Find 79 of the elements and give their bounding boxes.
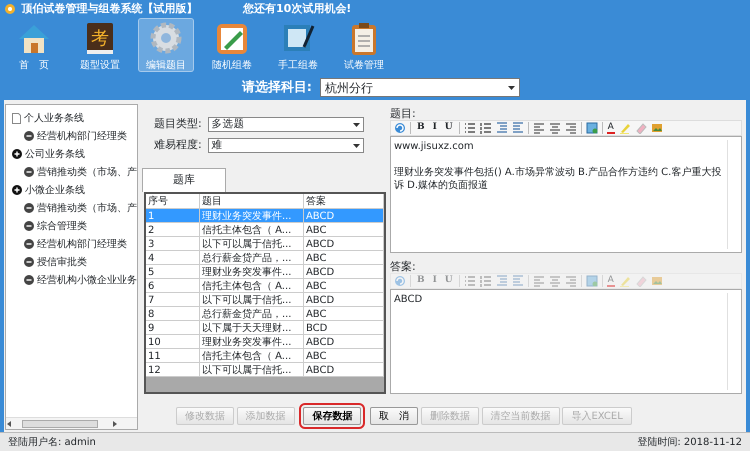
tree-item[interactable]: 公司业务条线 — [10, 145, 137, 163]
tree-item[interactable]: 营销推动类（市场、产 — [10, 199, 137, 217]
pencil-icon — [214, 21, 250, 55]
picture-icon[interactable] — [650, 122, 663, 134]
font-color-button[interactable]: A — [606, 122, 615, 134]
align-right-icon[interactable] — [564, 122, 577, 134]
collapse-icon — [24, 239, 34, 249]
outdent-icon[interactable] — [512, 122, 524, 134]
collapse-icon — [24, 131, 34, 141]
scroll-left-icon — [6, 420, 12, 426]
expand-icon — [12, 185, 22, 195]
table-row[interactable]: 6 信托主体包含（ A... ABC — [146, 279, 384, 293]
action-button[interactable]: 取 消 — [370, 407, 418, 425]
image-icon[interactable] — [586, 122, 598, 134]
trial-notice: 您还有10次试用机会! — [243, 0, 352, 17]
tree-item[interactable]: 经营机构小微企业业务 — [10, 271, 137, 289]
expand-icon — [12, 149, 22, 159]
dropdown-field[interactable]: 难 — [208, 138, 364, 153]
nav-button[interactable]: 考 题型设置 — [72, 18, 128, 72]
page-icon — [12, 112, 21, 124]
table-row[interactable]: 3 以下可以属于信托... ABCD — [146, 237, 384, 251]
text-editor[interactable]: www.jisuxz.com 理财业务突发事件包括() A.市场异常波动 B.产品合作方违约 C.客户重大投诉 D.媒体的负面报道 — [390, 136, 742, 253]
nav-button[interactable]: 首 页 — [6, 18, 62, 72]
dropdown-caret-icon — [352, 122, 360, 126]
scroll-right-icon — [112, 420, 118, 426]
tree-item[interactable]: 个人业务条线 — [10, 109, 137, 127]
table-row[interactable]: 8 总行薪金贷产品，... ABC — [146, 307, 384, 321]
tree-item[interactable]: 授信审批类 — [10, 253, 137, 271]
table-row[interactable]: 12 以下可以属于信托... ABCD — [146, 363, 384, 377]
align-center-icon[interactable] — [548, 122, 561, 134]
tree-item[interactable]: 营销推动类（市场、产 — [10, 163, 137, 181]
tree-item[interactable]: 经营机构部门经理类 — [10, 235, 137, 253]
dropdown-caret-icon — [508, 86, 515, 90]
collapse-icon — [24, 203, 34, 213]
highlighter-icon[interactable] — [618, 122, 631, 134]
collapse-icon — [24, 257, 34, 267]
dropdown-caret-icon — [352, 144, 360, 148]
undo-icon[interactable] — [394, 122, 406, 134]
table-row[interactable]: 7 以下可以属于信托... ABCD — [146, 293, 384, 307]
table-row[interactable]: 4 总行薪金贷产品，... ABC — [146, 251, 384, 265]
eraser-icon[interactable] — [634, 122, 647, 134]
nav-button[interactable]: 试卷管理 — [336, 18, 392, 72]
collapse-icon — [24, 275, 34, 285]
window-title: 顶伯试卷管理与组卷系统【试用版】 — [22, 0, 198, 17]
login-time-status: 登陆时间: 2018-11-12 — [637, 436, 742, 450]
table-row[interactable]: 11 信托主体包含（ A... ABC — [146, 349, 384, 363]
editor-text: 理财业务突发事件包括() A.市场异常波动 B.产品合作方违约 C.客户重大投诉 D.媒体的负面报道 — [394, 166, 722, 192]
tree-item[interactable]: 经营机构部门经理类 — [10, 127, 137, 145]
format-button[interactable]: U — [442, 121, 455, 135]
numbered-list-icon[interactable] — [480, 122, 492, 134]
app-logo-icon — [4, 3, 16, 15]
table-row[interactable]: 10 理财业务突发事件... ABCD — [146, 335, 384, 349]
nav-button[interactable]: 手工组卷 — [270, 18, 326, 72]
user-status: 登陆用户名: admin — [8, 436, 96, 450]
collapse-icon — [24, 221, 34, 231]
tree-item[interactable]: 综合管理类 — [10, 217, 137, 235]
collapse-icon — [24, 167, 34, 177]
tree-item[interactable]: 小微企业条线 — [10, 181, 137, 199]
field-label: 题目类型: — [154, 116, 202, 132]
indent-icon[interactable] — [496, 122, 508, 134]
editor-text: www.jisuxz.com — [394, 140, 475, 153]
table-row[interactable]: 5 理财业务突发事件... ABCD — [146, 265, 384, 279]
format-button[interactable]: I — [430, 121, 439, 135]
nav-button[interactable]: 随机组卷 — [204, 18, 260, 72]
field-label: 难易程度: — [154, 137, 202, 154]
gear-icon — [148, 21, 184, 55]
dropdown-field[interactable]: 多选题 — [208, 117, 364, 132]
format-button[interactable]: B — [414, 121, 427, 135]
field-label: 题目: — [390, 106, 417, 120]
horizontal-scrollbar[interactable] — [6, 417, 137, 429]
bullet-list-icon[interactable] — [464, 122, 476, 134]
table-row[interactable]: 9 以下属于天天理财... BCD — [146, 321, 384, 335]
table-row[interactable]: 2 信托主体包含（ A... ABC — [146, 223, 384, 237]
tab[interactable]: 题库 — [142, 168, 226, 192]
subject-label: 请选择科目: — [242, 78, 312, 97]
subject-select[interactable]: 杭州分行 — [320, 78, 520, 97]
align-left-icon[interactable] — [532, 122, 545, 134]
editor-text: ABCD — [394, 293, 422, 306]
field-label: 答案: — [390, 259, 417, 273]
